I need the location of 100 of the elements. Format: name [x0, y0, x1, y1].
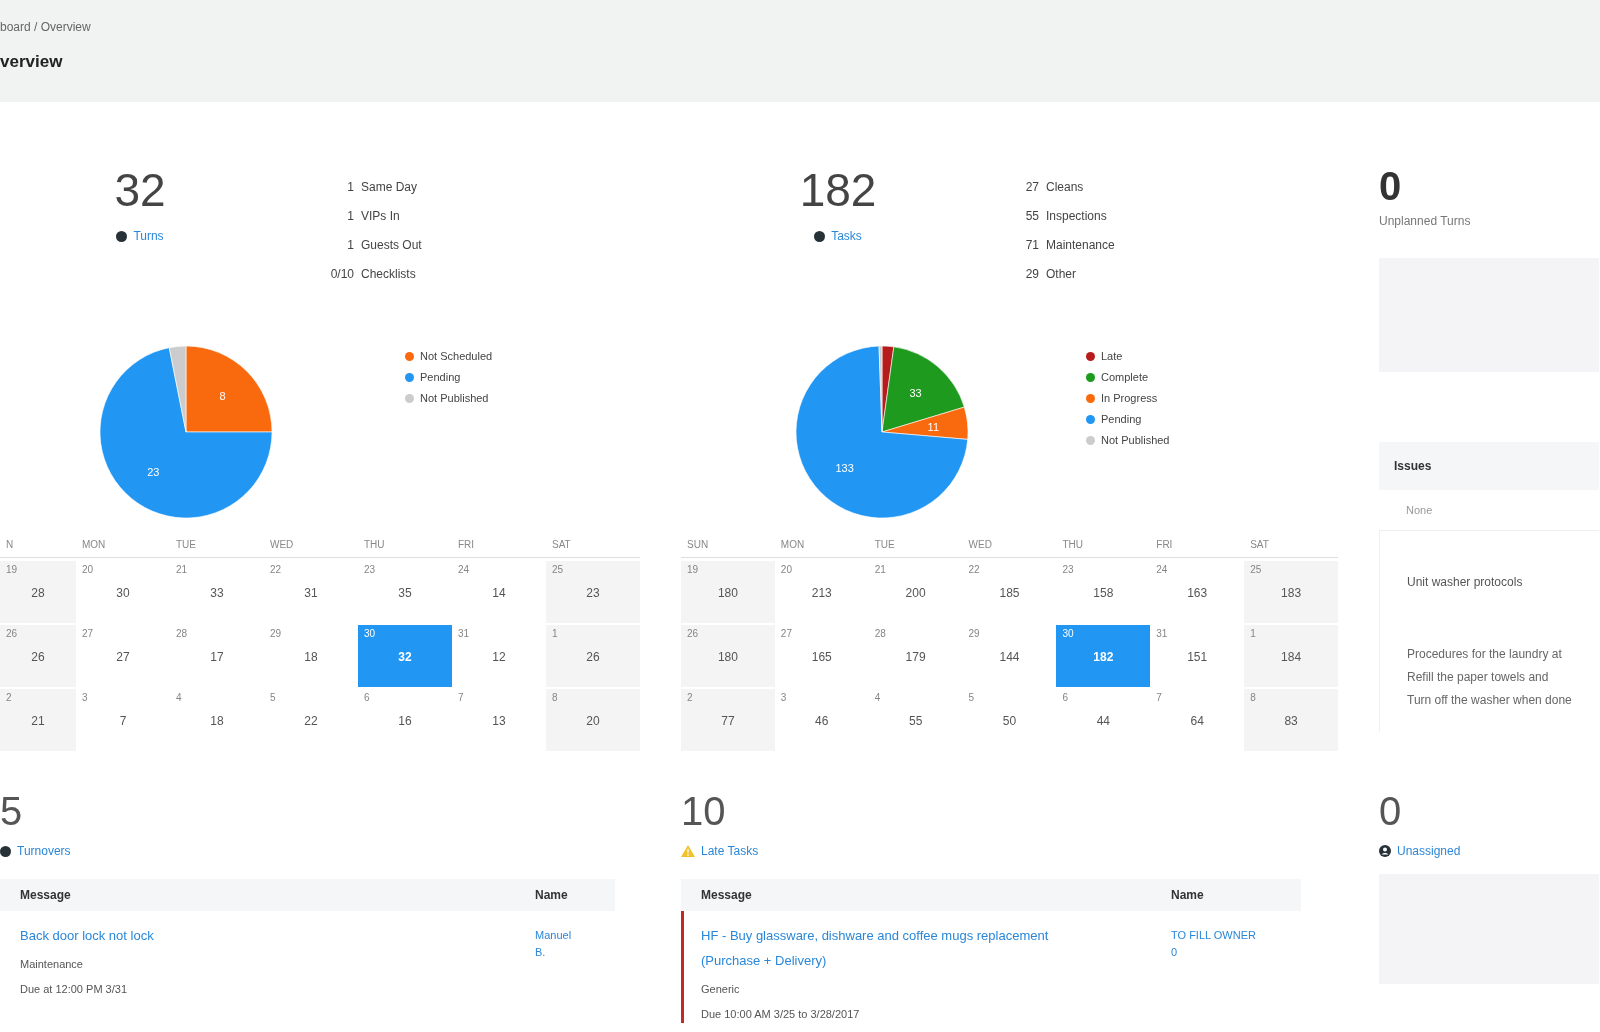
day-date: 29: [270, 628, 282, 640]
day-count: 77: [721, 713, 735, 730]
calendar-day[interactable]: 26 26: [0, 625, 76, 687]
task-link[interactable]: Back door lock not lock: [20, 923, 154, 948]
day-count: 35: [398, 585, 412, 602]
day-count: 180: [717, 585, 738, 602]
weekday-label: N: [5, 538, 15, 552]
breadcrumb: board / Overview: [0, 19, 91, 35]
calendar-day[interactable]: 19 180: [681, 561, 775, 623]
slice-value: 23: [147, 465, 160, 478]
column-header: Name: [1170, 888, 1205, 902]
weekday-label: FRI: [1155, 538, 1174, 552]
day-count: 17: [210, 649, 224, 666]
slice-value: 33: [909, 386, 922, 399]
day-date: 28: [176, 628, 188, 640]
day-count: 12: [492, 649, 506, 666]
day-date: 25: [552, 564, 564, 576]
calendar-day[interactable]: 25 183: [1244, 561, 1338, 623]
weekday-label: WED: [269, 538, 295, 552]
day-date: 20: [82, 564, 94, 576]
assignee-link[interactable]: Manuel B.: [515, 923, 615, 961]
day-count: 16: [398, 713, 412, 730]
day-count: 33: [210, 585, 224, 602]
day-date: 23: [364, 564, 376, 576]
day-count: 83: [1284, 713, 1298, 730]
day-date: 6: [364, 692, 370, 704]
calendar-day[interactable]: 8 20: [546, 689, 640, 751]
day-date: 3: [82, 692, 88, 704]
stat-value: 32: [114, 164, 166, 216]
breakdown-label: Inspections: [1046, 208, 1108, 225]
weekday-label: FRI: [457, 538, 476, 552]
breakdown-label: VIPs In: [361, 208, 401, 225]
breakdown-label: Guests Out: [361, 237, 422, 254]
breakdown-count: 27: [1024, 179, 1039, 196]
day-count: 180: [717, 649, 738, 666]
day-count: 26: [31, 649, 45, 666]
breakdown-count: 1: [346, 179, 354, 196]
page-title: verview: [0, 51, 63, 73]
calendar-day[interactable]: 26 180: [681, 625, 775, 687]
day-count: 183: [1281, 585, 1302, 602]
calendar-day[interactable]: 2 77: [681, 689, 775, 751]
legend-label: Not Scheduled: [420, 349, 493, 364]
day-count: 20: [586, 713, 600, 730]
calendar-day[interactable]: 25 23: [546, 561, 640, 623]
day-count: 182: [1093, 649, 1114, 666]
stat-link[interactable]: Turnovers: [0, 841, 640, 861]
task-type: Maintenance: [20, 957, 83, 972]
day-date: 25: [1250, 564, 1262, 576]
stat-value: 182: [799, 164, 877, 216]
stat-link[interactable]: Tasks: [814, 226, 862, 246]
calendar-day[interactable]: 8 83: [1244, 689, 1338, 751]
day-date: 24: [1156, 564, 1168, 576]
legend-label: Pending: [420, 370, 461, 385]
stat-link[interactable]: Turns: [116, 226, 164, 246]
day-date: 3: [780, 692, 787, 704]
day-date: 6: [1062, 692, 1068, 704]
assignee-link[interactable]: TO FILL OWNER 0: [1151, 923, 1301, 961]
day-count: 27: [116, 649, 130, 666]
breakdown-label: Same Day: [361, 179, 419, 196]
day-count: 55: [908, 713, 923, 730]
day-date: 2: [6, 692, 12, 704]
day-date: 31: [1156, 628, 1168, 640]
day-count: 151: [1187, 649, 1208, 666]
day-count: 165: [811, 649, 832, 666]
breakdown-count: 1: [346, 208, 354, 225]
stat-value: 0: [1379, 789, 1403, 833]
stat-link[interactable]: Late Tasks: [681, 841, 1338, 861]
day-count: 44: [1096, 713, 1111, 730]
day-count: 200: [905, 585, 926, 602]
legend-label: Late: [1101, 349, 1123, 364]
day-date: 23: [1062, 564, 1074, 576]
slice-value: 133: [835, 461, 854, 474]
weekday-label: SAT: [551, 538, 572, 552]
day-date: 19: [687, 564, 699, 576]
stat-link[interactable]: Unassigned: [1379, 841, 1599, 861]
day-date: 4: [874, 692, 881, 704]
calendar-day[interactable]: 2 21: [0, 689, 76, 751]
day-count: 13: [492, 713, 506, 730]
calendar-day[interactable]: 19 28: [0, 561, 76, 623]
dot-icon: [116, 230, 128, 242]
day-date: 19: [6, 564, 18, 576]
calendar-day[interactable]: 1 184: [1244, 625, 1338, 687]
day-count: 185: [999, 585, 1020, 602]
day-count: 179: [905, 649, 926, 666]
column-header: Message: [700, 888, 753, 902]
day-count: 32: [398, 649, 412, 666]
day-date: 20: [780, 564, 792, 576]
day-count: 46: [815, 713, 829, 730]
task-link[interactable]: HF - Buy glassware, dishware and coffee mugs replacement (Purchase + Delivery): [701, 923, 1051, 973]
breakdown-count: 0/10: [329, 266, 354, 283]
column-header: Message: [19, 888, 72, 902]
day-date: 5: [968, 692, 975, 704]
day-date: 24: [458, 564, 470, 576]
task-due: Due 10:00 AM 3/25 to 3/28/2017: [701, 1007, 860, 1022]
day-count: 31: [304, 585, 318, 602]
stat-value: 0: [1379, 164, 1403, 208]
weekday-label: SUN: [686, 538, 710, 552]
day-count: 28: [31, 585, 45, 602]
day-count: 7: [119, 713, 127, 730]
calendar-day[interactable]: 1 26: [546, 625, 640, 687]
